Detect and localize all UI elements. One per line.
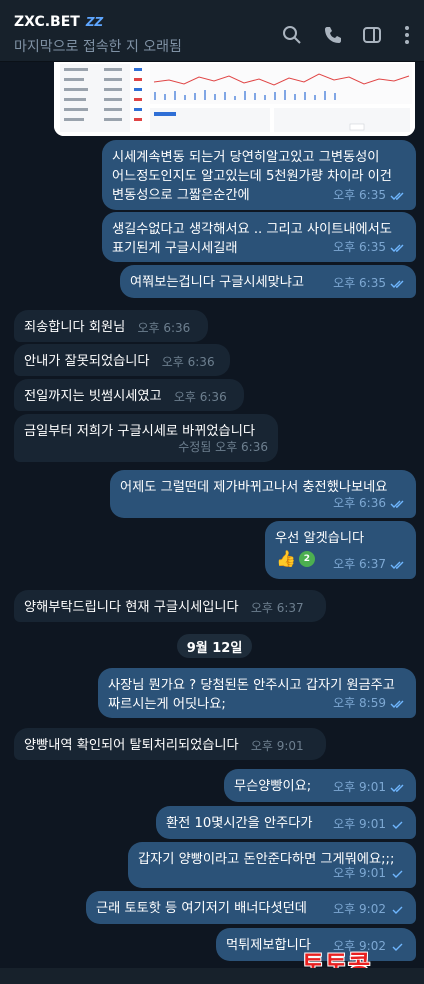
double-check-icon bbox=[390, 280, 404, 288]
message-bubble-outgoing[interactable]: 근래 토토핫 등 여기저기 배너다셧던데 오후 9:02 bbox=[86, 891, 416, 924]
message-meta: 오후 9:01 bbox=[333, 778, 406, 797]
double-check-icon bbox=[390, 561, 404, 569]
message-text: 양해부탁드립니다 현재 구글시세입니다 bbox=[24, 600, 239, 615]
message-meta: 수정됨 오후 6:36 bbox=[178, 438, 268, 457]
double-check-icon bbox=[390, 500, 404, 508]
message-text: 양빵내역 확인되어 탈퇴처리되었습니다 bbox=[24, 738, 239, 753]
sidebar-toggle-icon[interactable] bbox=[361, 24, 383, 46]
screenshot-image bbox=[54, 62, 415, 136]
message-bubble-outgoing[interactable]: 환전 10몇시간을 안주다가 오후 9:01 bbox=[156, 806, 416, 839]
message-time: 오후 6:36 bbox=[137, 321, 191, 335]
message-time: 오후 6:36 bbox=[161, 355, 215, 369]
message-time: 오후 6:36 bbox=[173, 390, 227, 404]
message-meta: 오후 9:01 bbox=[333, 864, 406, 883]
message-time: 오후 6:35 bbox=[333, 276, 386, 290]
message-bubble-incoming[interactable]: 전일까지는 빗썸시세였고 오후 6:36 bbox=[14, 379, 244, 411]
single-check-icon bbox=[392, 870, 403, 878]
message-time: 오후 6:37 bbox=[250, 601, 304, 615]
message-meta: 오후 6:35 bbox=[333, 274, 406, 293]
message-time: 오후 6:36 bbox=[333, 496, 386, 510]
double-check-icon bbox=[390, 192, 404, 200]
message-bubble-incoming[interactable]: 죄송합니다 회원님 오후 6:36 bbox=[14, 310, 208, 342]
message-time: 오후 9:02 bbox=[333, 902, 386, 916]
attached-screenshot[interactable] bbox=[54, 62, 415, 136]
message-bubble-outgoing[interactable]: 어제도 그럴떤데 제가바뀌고나서 충전했나보네요 오후 6:36 bbox=[110, 470, 416, 518]
message-time-edited: 수정됨 오후 6:36 bbox=[178, 440, 268, 454]
message-time: 오후 9:01 bbox=[333, 817, 386, 831]
reaction-group[interactable]: 👍 2 bbox=[276, 550, 315, 568]
chat-title[interactable]: ZXC.BET bbox=[14, 14, 80, 30]
composer-bar-edge bbox=[0, 968, 424, 984]
message-meta: 오후 8:59 bbox=[333, 694, 406, 713]
search-icon[interactable] bbox=[281, 24, 303, 46]
last-seen-status: 마지막으로 접속한 지 오래됨 bbox=[14, 39, 182, 55]
message-bubble-outgoing[interactable]: 생길수없다고 생각해서요 .. 그리고 사이트내에서도 표기된게 구글시세길래 … bbox=[102, 212, 416, 262]
message-time: 오후 6:37 bbox=[333, 557, 386, 571]
message-bubble-incoming[interactable]: 안내가 잘못되었습니다 오후 6:36 bbox=[14, 344, 230, 376]
sleep-badge-icon: ZZ bbox=[85, 15, 104, 29]
chat-header: ZXC.BET ZZ 마지막으로 접속한 지 오래됨 bbox=[0, 0, 424, 62]
more-options-icon[interactable] bbox=[396, 24, 418, 46]
double-check-icon bbox=[390, 700, 404, 708]
message-meta: 오후 6:37 bbox=[333, 555, 406, 574]
message-meta: 오후 9:02 bbox=[333, 900, 406, 919]
message-text: 전일까지는 빗썸시세였고 bbox=[24, 389, 162, 404]
reaction-count: 2 bbox=[298, 551, 315, 567]
date-divider: 9월 12일 bbox=[177, 634, 252, 658]
message-meta: 오후 9:01 bbox=[333, 815, 406, 834]
message-time: 오후 9:01 bbox=[333, 780, 386, 794]
message-text: 우선 알겟습니다 bbox=[275, 531, 365, 546]
title-row[interactable]: ZXC.BET ZZ bbox=[14, 14, 103, 30]
message-bubble-outgoing[interactable]: 여쭤보는겁니다 구글시세맞냐고 오후 6:35 bbox=[120, 265, 416, 298]
message-bubble-incoming[interactable]: 양해부탁드립니다 현재 구글시세입니다 오후 6:37 bbox=[14, 590, 326, 622]
message-bubble-outgoing[interactable]: 시세계속변동 되는거 당연히알고있고 그변동성이 어느정도인지도 알고있는데 5… bbox=[102, 140, 416, 210]
phone-icon[interactable] bbox=[322, 24, 344, 46]
message-time: 오후 6:35 bbox=[333, 240, 386, 254]
message-bubble-incoming[interactable]: 양빵내역 확인되어 탈퇴처리되었습니다 오후 9:01 bbox=[14, 728, 326, 760]
message-bubble-outgoing[interactable]: 사장님 뭔가요 ? 당첨된돈 안주시고 갑자기 원금주고 짜르시는게 어딧나요;… bbox=[98, 668, 416, 718]
double-check-icon bbox=[390, 784, 404, 792]
message-meta: 오후 6:35 bbox=[333, 186, 406, 205]
single-check-icon bbox=[392, 821, 403, 829]
message-time: 오후 8:59 bbox=[333, 696, 386, 710]
message-meta: 오후 6:36 bbox=[333, 494, 406, 513]
message-text: 안내가 잘못되었습니다 bbox=[24, 354, 150, 369]
single-check-icon bbox=[392, 906, 403, 914]
message-time: 오후 6:35 bbox=[333, 188, 386, 202]
double-check-icon bbox=[390, 244, 404, 252]
message-bubble-incoming[interactable]: 금일부터 저희가 구글시세로 바뀌었습니다 수정됨 오후 6:36 bbox=[14, 414, 278, 462]
message-time: 오후 9:01 bbox=[250, 739, 304, 753]
message-bubble-outgoing[interactable]: 갑자기 양빵이라고 돈안준다하면 그게뭐에요;;; 오후 9:01 bbox=[128, 842, 416, 888]
thumbs-up-icon: 👍 bbox=[276, 549, 296, 568]
message-text: 죄송합니다 회원님 bbox=[24, 320, 126, 335]
message-bubble-outgoing[interactable]: 무슨양빵이요; 오후 9:01 bbox=[224, 769, 416, 802]
message-meta: 오후 6:35 bbox=[333, 238, 406, 257]
message-time: 오후 9:01 bbox=[333, 866, 386, 880]
single-check-icon bbox=[392, 943, 403, 951]
